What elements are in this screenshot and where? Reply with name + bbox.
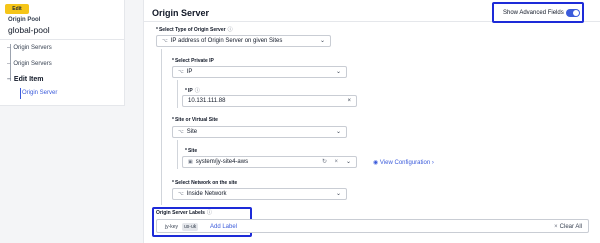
label-key-chip[interactable]: jy-key [163,223,181,231]
sidebar-item-label: Origin Servers [13,45,52,51]
nested-group-line [177,140,178,169]
site-or-vsite-select[interactable]: ⌥ Site ⌄ [172,126,347,138]
info-icon: ⓘ [194,88,200,94]
site-select[interactable]: ▣ system/jy-site4-aws ↻ × ⌄ [182,156,357,168]
ip-value: 10.131.111.88 [188,98,226,104]
required-marker: * [172,180,174,186]
advanced-fields-toggle[interactable] [566,9,580,17]
tree-branch-icon: – [7,45,11,51]
ip-input[interactable]: 10.131.111.88 × [182,95,357,107]
site-or-vsite-field-label: *Site or Virtual Site [172,117,218,123]
chevron-right-icon: › [431,160,434,166]
current-indicator [20,88,21,99]
advanced-fields-label: Show Advanced Fields [503,10,564,16]
eye-icon: ◉ [373,160,379,166]
clear-icon[interactable]: × [347,96,351,106]
site-or-vsite-label-text: Site or Virtual Site [174,117,218,123]
label-value-chip[interactable]: us-uk [182,223,199,231]
sidebar-item-origin-server[interactable]: Origin Server [22,90,57,96]
select-icon: ⌥ [178,191,184,197]
required-marker: * [172,58,174,64]
sidebar-item-origin-servers[interactable]: – Origin Servers [7,45,52,51]
sidebar: Edit Origin Pool global-pool – Origin Ser… [0,0,125,106]
sidebar-item-edit-item[interactable]: – Edit Item [7,76,43,83]
select-icon: ⌥ [178,129,184,135]
network-label-text: Select Network on the site [174,180,238,186]
sidebar-divider [0,39,124,40]
pool-name: global-pool [8,25,50,35]
clear-all-button[interactable]: × Clear All [554,223,582,231]
required-marker: * [185,148,187,154]
tree-branch-icon: – [7,61,11,67]
select-icon: ⌥ [162,38,168,44]
site-label-text: Site [187,148,198,154]
labels-input[interactable]: jy-key us-uk Add Label × Clear All [156,219,589,233]
site-value: system/jy-site4-aws [195,159,249,165]
nested-group-line [177,80,178,108]
site-or-vsite-value: Site [186,129,198,135]
info-icon: ⓘ [206,210,212,216]
tree-branch-icon: – [7,76,11,83]
select-icon: ⌥ [178,69,184,75]
type-label-text: Select Type of Origin Server [158,27,226,33]
network-field-label: *Select Network on the site [172,180,237,186]
sidebar-item-origin-servers-2[interactable]: – Origin Servers [7,61,52,67]
chevron-down-icon: ⌄ [319,38,325,44]
ip-label-text: IP [187,88,193,94]
chevron-down-icon: ⌄ [335,129,341,135]
required-marker: * [172,117,174,123]
close-icon: × [554,224,558,230]
private-ip-label-text: Select Private IP [174,58,214,64]
site-field-label: *Site [185,148,197,154]
clear-icon[interactable]: × [334,157,338,167]
view-configuration-text: View Configuration [379,160,431,166]
sidebar-item-label: Origin Servers [13,61,52,67]
chevron-down-icon: ⌄ [335,69,341,75]
main-panel: Origin Server Show Advanced Fields *Sele… [143,0,600,243]
chevron-down-icon: ⌄ [335,191,341,197]
network-select[interactable]: ⌥ Inside Network ⌄ [172,188,347,200]
chevron-down-icon: ⌄ [345,159,351,165]
pool-type-label: Origin Pool [8,17,41,23]
origin-type-select[interactable]: ⌥ IP address of Origin Server on given Si… [156,35,331,47]
private-ip-select[interactable]: ⌥ IP ⌄ [172,66,347,78]
ip-field-label: *IP ⓘ [185,87,200,94]
required-marker: * [185,88,187,94]
origin-server-labels-title: Origin Server Labels ⓘ [156,209,212,216]
origin-type-value: IP address of Origin Server on given Sit… [170,38,283,44]
type-field-label: *Select Type of Origin Server ⓘ [156,26,233,33]
refresh-icon[interactable]: ↻ [322,157,327,167]
add-label-button[interactable]: Add Label [210,223,237,231]
edit-badge: Edit [5,4,29,14]
sidebar-item-label: Edit Item [13,76,44,83]
private-ip-value: IP [186,69,193,75]
nested-group-line [161,49,162,205]
clear-all-text: Clear All [559,224,582,230]
network-value: Inside Network [186,191,227,197]
private-ip-field-label: *Select Private IP [172,58,214,64]
view-configuration-link[interactable]: ◉ View Configuration › [373,159,434,166]
site-icon: ▣ [188,159,193,165]
info-icon: ⓘ [227,27,233,33]
required-marker: * [156,27,158,33]
labels-title-text: Origin Server Labels [156,210,205,216]
section-title: Origin Server [152,8,210,18]
